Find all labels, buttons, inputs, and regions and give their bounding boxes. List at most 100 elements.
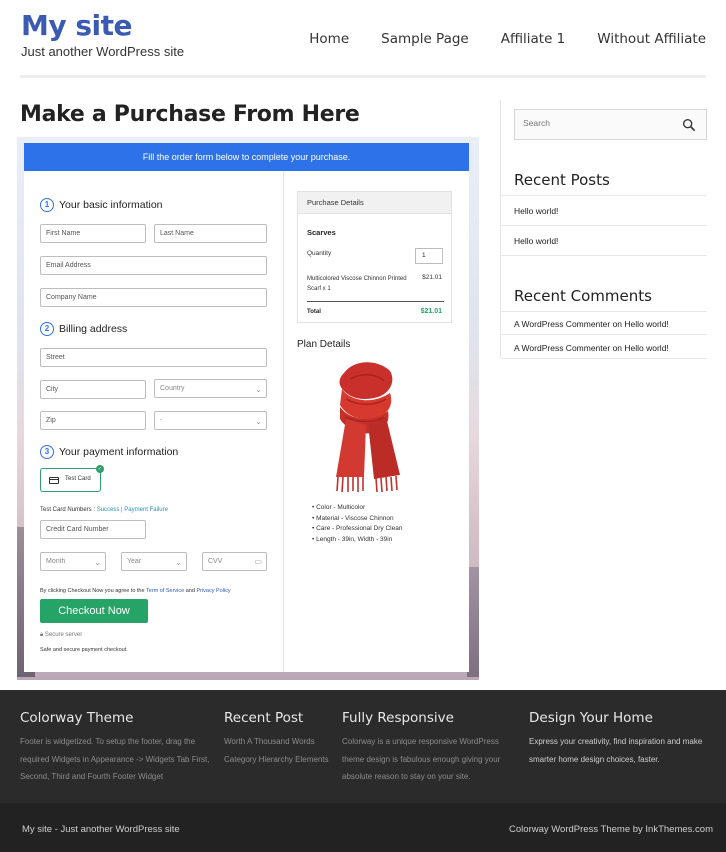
- line-item-name: Multicolored Viscose Chinnon Printed Sca…: [307, 276, 407, 292]
- lock-icon: 🔒︎: [40, 632, 44, 638]
- order-summary-column: Purchase Details Scarves Quantity 1 Mult…: [284, 171, 469, 672]
- step-basic-info: 1 Your basic information: [40, 198, 163, 212]
- test-card-numbers: Test Card Numbers : Success | Payment Fa…: [40, 507, 168, 513]
- nav-sample-page[interactable]: Sample Page: [381, 31, 469, 47]
- search-input[interactable]: [523, 118, 663, 128]
- recent-posts-title: Recent Posts: [514, 171, 610, 189]
- zip-field[interactable]: Zip: [40, 411, 146, 430]
- step-payment-info: 3 Your payment information: [40, 445, 178, 459]
- footer-col-title: Colorway Theme: [20, 710, 134, 726]
- nav-home[interactable]: Home: [309, 31, 349, 47]
- step-label: Your payment information: [59, 446, 179, 458]
- credit-card-icon: ▭: [254, 557, 262, 566]
- footer-col-text: Footer is widgetized. To setup the foote…: [20, 737, 210, 781]
- footer-col-title: Fully Responsive: [342, 710, 454, 726]
- city-field[interactable]: City: [40, 380, 146, 399]
- email-field[interactable]: Email Address: [40, 256, 267, 275]
- state-select[interactable]: - ⌄: [154, 411, 267, 430]
- site-footer: Colorway Theme Footer is widgetized. To …: [0, 690, 726, 803]
- page-title: Make a Purchase From Here: [20, 102, 360, 127]
- footer-col-recent-post: Recent Post Worth A Thousand Words Categ…: [224, 710, 332, 768]
- company-field[interactable]: Company Name: [40, 288, 267, 307]
- agreement-text: By clicking Checkout Now you agree to th…: [40, 588, 231, 594]
- recent-comments-title: Recent Comments: [514, 287, 652, 305]
- widget-divider: [501, 225, 707, 226]
- footer-theme-credit[interactable]: Colorway WordPress Theme by InkThemes.co…: [509, 824, 713, 835]
- last-name-field[interactable]: Last Name: [154, 224, 267, 243]
- street-field[interactable]: Street: [40, 348, 267, 367]
- nav-without-affiliate[interactable]: Without Affiliate: [597, 31, 706, 47]
- main-nav: Home Sample Page Affiliate 1 Without Aff…: [277, 31, 706, 47]
- month-select-value: Month: [46, 558, 66, 565]
- success-link[interactable]: Success: [97, 507, 120, 513]
- test-card-label: Test Card: [65, 476, 91, 482]
- widget-divider: [501, 311, 707, 312]
- quantity-label: Quantity: [307, 250, 332, 257]
- feature-item: Length - 39in, Width - 39in: [312, 535, 402, 546]
- plan-features-list: Color - Multicolor Material - Viscose Ch…: [312, 503, 402, 545]
- nav-affiliate-1[interactable]: Affiliate 1: [501, 31, 566, 47]
- footer-bottom-bar: My site - Just another WordPress site Co…: [0, 803, 726, 852]
- safe-checkout-text: Safe and secure payment checkout.: [40, 647, 128, 653]
- year-select[interactable]: Year ⌄: [121, 552, 187, 571]
- recent-comment-link[interactable]: A WordPress Commenter on Hello world!: [514, 343, 669, 353]
- card-number-field[interactable]: Credit Card Number: [40, 520, 146, 539]
- total-label: Total: [307, 309, 321, 315]
- recent-post-link[interactable]: Hello world!: [514, 236, 558, 246]
- checkout-preview-image: Fill the order form below to complete yo…: [17, 137, 479, 680]
- widget-divider: [501, 255, 707, 256]
- cvv-field[interactable]: CVV ▭: [202, 552, 267, 571]
- search-box: [514, 109, 707, 140]
- footer-site-credit[interactable]: My site - Just another WordPress site: [22, 824, 180, 835]
- chevron-down-icon: ⌄: [175, 558, 182, 567]
- feature-item: Material - Viscose Chinnon: [312, 514, 402, 525]
- site-header: My site Just another WordPress site Home…: [0, 0, 726, 78]
- footer-col-responsive: Fully Responsive Colorway is a unique re…: [342, 710, 518, 786]
- step-billing-address: 2 Billing address: [40, 322, 127, 336]
- widget-divider: [501, 358, 707, 359]
- footer-col-colorway: Colorway Theme Footer is widgetized. To …: [20, 710, 212, 786]
- test-card-numbers-label: Test Card Numbers :: [40, 507, 97, 513]
- purchase-details-box: Purchase Details Scarves Quantity 1 Mult…: [297, 191, 452, 323]
- search-icon[interactable]: [682, 118, 696, 132]
- cvv-placeholder: CVV: [208, 558, 223, 565]
- test-card-option[interactable]: Test Card ✓: [40, 465, 104, 492]
- feature-item: Care - Professional Dry Clean: [312, 524, 402, 535]
- footer-col-text: Express your creativity, find inspiratio…: [529, 737, 703, 764]
- plan-details-title: Plan Details: [297, 339, 351, 350]
- site-title[interactable]: My site: [21, 9, 133, 42]
- product-title: Scarves: [307, 228, 336, 237]
- step-number: 3: [40, 445, 54, 459]
- purchase-details-heading: Purchase Details: [298, 192, 451, 214]
- privacy-link[interactable]: Privacy Policy: [196, 588, 230, 594]
- country-select-value: Country: [160, 385, 185, 392]
- first-name-field[interactable]: First Name: [40, 224, 146, 243]
- recent-post-link[interactable]: Hello world!: [514, 206, 558, 216]
- footer-col-text: Worth A Thousand Words Category Hierarch…: [224, 737, 329, 764]
- site-tagline: Just another WordPress site: [21, 44, 185, 59]
- total-value: $21.01: [420, 308, 442, 315]
- month-select[interactable]: Month ⌄: [40, 552, 106, 571]
- step-number: 2: [40, 322, 54, 336]
- terms-link[interactable]: Term of Service: [146, 588, 184, 594]
- agreement-and: and: [184, 588, 197, 594]
- country-select[interactable]: Country ⌄: [154, 379, 267, 398]
- widget-divider: [501, 334, 707, 335]
- feature-item: Color - Multicolor: [312, 503, 402, 514]
- state-select-value: -: [160, 417, 163, 424]
- recent-comment-link[interactable]: A WordPress Commenter on Hello world!: [514, 319, 669, 329]
- checkout-now-button[interactable]: Checkout Now: [40, 599, 148, 623]
- chevron-down-icon: ⌄: [94, 558, 101, 567]
- payment-failure-link[interactable]: Payment Failure: [124, 507, 168, 513]
- sidebar: Recent Posts Hello world! Hello world! R…: [500, 100, 707, 359]
- footer-col-design-home: Design Your Home Express your creativity…: [529, 710, 721, 768]
- chevron-down-icon: ⌄: [255, 385, 262, 394]
- step-number: 1: [40, 198, 54, 212]
- secure-server-text: Secure server: [44, 632, 83, 638]
- step-label: Your basic information: [59, 199, 163, 211]
- header-divider: [20, 75, 706, 78]
- quantity-input[interactable]: 1: [415, 248, 443, 264]
- widget-divider: [501, 195, 707, 196]
- red-scarf-image: [336, 362, 400, 493]
- footer-col-title: Recent Post: [224, 710, 304, 726]
